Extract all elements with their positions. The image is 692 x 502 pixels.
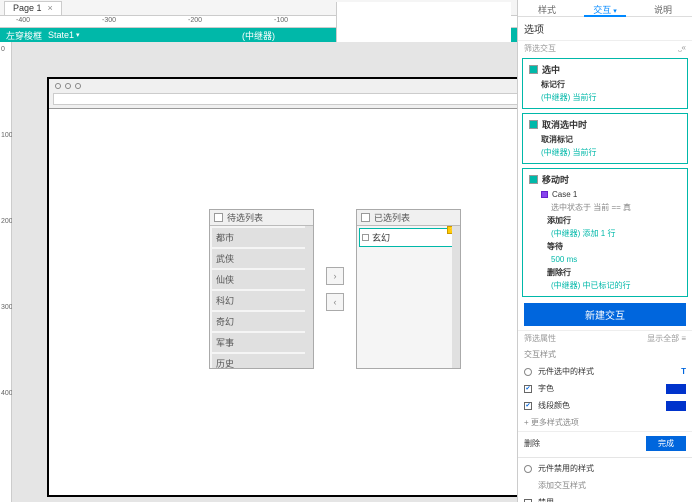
- traffic-dot: [55, 83, 61, 89]
- radio-icon[interactable]: [524, 465, 532, 473]
- font-color-row[interactable]: 字色: [518, 380, 692, 397]
- move-left-button[interactable]: ‹: [326, 293, 344, 311]
- list-item[interactable]: 科幻: [212, 291, 311, 310]
- text-icon[interactable]: T: [681, 367, 686, 376]
- tab-style[interactable]: 样式: [518, 0, 576, 16]
- list-item[interactable]: 武侠: [212, 249, 311, 268]
- traffic-dot: [65, 83, 71, 89]
- scrollbar[interactable]: [452, 226, 460, 368]
- event-move[interactable]: 移动时 Case 1 选中状态于 当前 == 真 添加行 (中继器) 添加 1 …: [522, 168, 688, 297]
- address-bar: [53, 93, 517, 105]
- page-tab[interactable]: Page 1 ×: [4, 1, 62, 15]
- list-item[interactable]: 都市: [212, 228, 311, 247]
- event-selected[interactable]: 选中 标记行 (中继器) 当前行: [522, 58, 688, 109]
- done-button[interactable]: 完成: [646, 436, 686, 451]
- move-right-button[interactable]: ›: [326, 267, 344, 285]
- widget-titlebar: 左穿梭框 State1 ▾ (中继器) 隔离 ▾ 关闭 ⊠: [0, 28, 517, 42]
- disable-row[interactable]: 禁用: [518, 494, 692, 502]
- tab-interactions[interactable]: 交互▾: [576, 0, 634, 16]
- line-color-row[interactable]: 线段颜色: [518, 397, 692, 414]
- color-swatch[interactable]: [666, 401, 686, 411]
- close-icon[interactable]: ×: [48, 3, 53, 13]
- checkbox-icon[interactable]: [362, 234, 369, 241]
- pending-list: 待选列表 都市 武侠 仙侠 科幻 奇幻 军事 历史 游戏: [209, 209, 314, 369]
- list-item-selected[interactable]: 玄幻 ⚡: [359, 228, 458, 247]
- delete-link[interactable]: 删除: [524, 438, 540, 449]
- color-swatch[interactable]: [666, 384, 686, 394]
- style-section-label: 交互样式: [518, 346, 692, 363]
- ruler-vertical: 0 100 200 300 400: [0, 42, 12, 502]
- case-icon: [541, 191, 548, 198]
- tab-notes[interactable]: 说明: [634, 0, 692, 16]
- list-item[interactable]: 历史: [212, 354, 311, 368]
- list-item[interactable]: 仙侠: [212, 270, 311, 289]
- scrollbar[interactable]: [305, 226, 313, 368]
- list-item[interactable]: 奇幻: [212, 312, 311, 331]
- widget-name: 左穿梭框: [6, 29, 42, 42]
- add-style-link[interactable]: 添加交互样式: [518, 477, 692, 494]
- event-unselected[interactable]: 取消选中时 取消标记 (中继器) 当前行: [522, 113, 688, 164]
- widget-type: (中继器): [242, 29, 275, 42]
- isolate-button[interactable]: 隔离: [337, 2, 511, 15]
- selected-style-row[interactable]: 元件选中的样式 T: [518, 363, 692, 380]
- radio-icon[interactable]: [524, 368, 532, 376]
- checkbox-icon[interactable]: [524, 402, 532, 410]
- selected-list: 已选列表 玄幻 ⚡: [356, 209, 461, 369]
- new-interaction-button[interactable]: 新建交互: [524, 303, 686, 326]
- selected-header[interactable]: 已选列表: [357, 210, 460, 226]
- more-styles-link[interactable]: + 更多样式选项: [518, 414, 692, 431]
- pending-header[interactable]: 待选列表: [210, 210, 313, 226]
- list-item[interactable]: 军事: [212, 333, 311, 352]
- filter-button[interactable]: ⎵«: [678, 43, 686, 54]
- filter-label: 筛选交互: [524, 43, 556, 54]
- checkbox-icon[interactable]: [524, 385, 532, 393]
- tab-label: Page 1: [13, 3, 42, 13]
- inspector-tabs: 样式 交互▾ 说明: [518, 0, 692, 17]
- canvas[interactable]: 0 100 200 300 400 待选列表: [0, 42, 517, 502]
- disabled-style-row[interactable]: 元件禁用的样式: [518, 460, 692, 477]
- traffic-dot: [75, 83, 81, 89]
- browser-mock: 待选列表 都市 武侠 仙侠 科幻 奇幻 军事 历史 游戏: [47, 77, 517, 497]
- checkbox-icon[interactable]: [524, 499, 532, 502]
- widget-state[interactable]: State1: [48, 30, 74, 40]
- options-title: 选项: [518, 17, 692, 40]
- inspector-panel: 样式 交互▾ 说明 选项 筛选交互 ⎵« 选中 标记行 (中继器) 当前行 取消选…: [517, 0, 692, 502]
